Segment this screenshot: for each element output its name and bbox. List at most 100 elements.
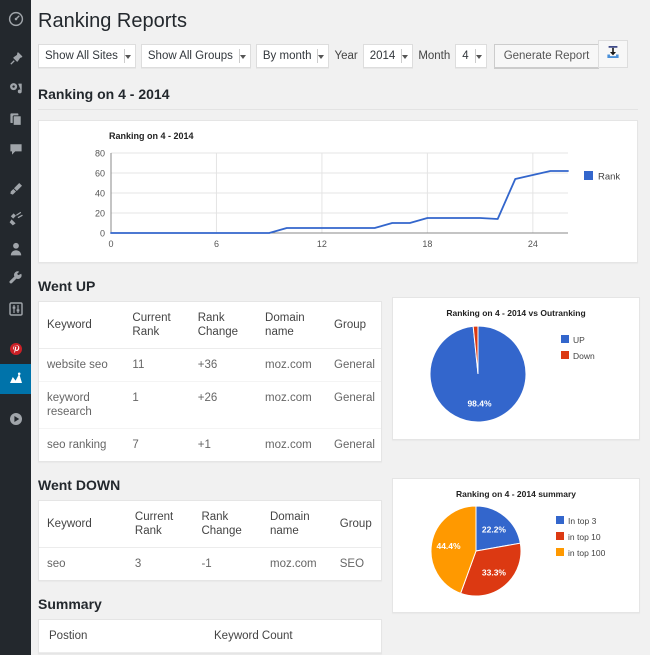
cell-rank-change: -1 bbox=[201, 558, 212, 570]
sidebar-item-dashboard[interactable] bbox=[0, 4, 31, 34]
pie2-body: 22.2% 33.3% 44.4% In top 3 in top 10 in top … bbox=[401, 501, 631, 601]
table-row: seo 3 -1 moz.com SEO bbox=[39, 548, 381, 581]
svg-text:Rank: Rank bbox=[598, 172, 620, 183]
cell-keyword: seo bbox=[47, 558, 66, 570]
sidebar-separator-2 bbox=[0, 164, 31, 174]
sidebar-item-comments[interactable] bbox=[0, 134, 31, 164]
legend-label: in top 10 bbox=[568, 532, 601, 542]
pie2-column: Ranking on 4 - 2014 summary 22.2% 33.3% 44… bbox=[392, 462, 640, 613]
svg-text:98.4%: 98.4% bbox=[467, 399, 492, 409]
sidebar-separator-1 bbox=[0, 34, 31, 44]
went-down-table: Keyword Current Rank Rank Change Domain … bbox=[39, 501, 381, 580]
report-toolbar: Show All Sites Show All Groups By month … bbox=[38, 40, 638, 71]
sidebar-item-media-player[interactable] bbox=[0, 404, 31, 434]
month-select[interactable]: 4 bbox=[455, 44, 487, 68]
pie2-title: Ranking on 4 - 2014 summary bbox=[456, 489, 576, 499]
line-chart-panel: Ranking on 4 - 2014 0 20 40 60 80 0 6 12 18 24 Ran… bbox=[38, 120, 638, 263]
cell-keyword: seo ranking bbox=[47, 439, 107, 451]
svg-text:40: 40 bbox=[95, 189, 105, 199]
sidebar-separator-4 bbox=[0, 394, 31, 404]
legend-item: in top 100 bbox=[556, 547, 605, 559]
site-select-value: Show All Sites bbox=[45, 50, 118, 62]
legend-label: In top 3 bbox=[568, 516, 597, 526]
outranking-pie-chart: 98.4% bbox=[429, 325, 527, 423]
summary-pie-chart: 22.2% 33.3% 44.4% bbox=[430, 505, 522, 597]
cell-group: SEO bbox=[339, 558, 365, 570]
table-header-row: Keyword Current Rank Rank Change Domain … bbox=[39, 501, 381, 548]
svg-text:20: 20 bbox=[95, 209, 105, 219]
year-select[interactable]: 2014 bbox=[362, 44, 414, 68]
cell-keyword: website seo bbox=[39, 348, 125, 382]
svg-text:18: 18 bbox=[422, 239, 432, 249]
col-rank-change: Rank Change bbox=[193, 501, 262, 548]
summary-pie-panel: Ranking on 4 - 2014 summary 22.2% 33.3% 44… bbox=[392, 478, 640, 613]
went-down-row: Went DOWN Keyword Current Rank Rank Chan… bbox=[38, 462, 640, 654]
legend-swatch-icon bbox=[561, 351, 569, 359]
table-head: Postion Keyword Count bbox=[39, 620, 381, 653]
cell-group: General bbox=[326, 381, 381, 429]
dashboard-icon bbox=[8, 11, 24, 27]
ranking-section-heading: Ranking on 4 - 2014 bbox=[38, 85, 638, 110]
svg-text:44.4%: 44.4% bbox=[436, 541, 461, 551]
legend-label: Down bbox=[573, 351, 595, 361]
went-up-table-body: website seo 11 +36 moz.com General keyword re… bbox=[39, 348, 381, 462]
col-current-rank: Current Rank bbox=[124, 302, 190, 349]
pin-icon bbox=[8, 51, 24, 67]
generate-report-button[interactable]: Generate Report bbox=[493, 44, 600, 68]
col-domain-name: Domain name bbox=[257, 302, 327, 349]
svg-text:22.2%: 22.2% bbox=[482, 525, 507, 535]
pages-icon bbox=[8, 111, 24, 127]
period-select[interactable]: By month bbox=[255, 44, 330, 68]
sidebar-item-tools[interactable] bbox=[0, 264, 31, 294]
col-keyword: Keyword bbox=[39, 501, 127, 548]
pie2-legend: In top 3 in top 10 in top 100 bbox=[556, 501, 605, 563]
legend-swatch-icon bbox=[556, 548, 564, 556]
svg-text:24: 24 bbox=[528, 239, 538, 249]
cell-current-rank: 1 bbox=[124, 381, 190, 429]
svg-text:6: 6 bbox=[214, 239, 219, 249]
legend-item: UP bbox=[561, 334, 595, 346]
site-select[interactable]: Show All Sites bbox=[38, 44, 136, 68]
group-select[interactable]: Show All Groups bbox=[140, 44, 251, 68]
chart-icon bbox=[8, 371, 24, 387]
legend-swatch-icon bbox=[556, 532, 564, 540]
cell-group: General bbox=[326, 348, 381, 382]
line-chart-title: Ranking on 4 - 2014 bbox=[109, 131, 194, 141]
legend-swatch-icon bbox=[556, 516, 564, 524]
sidebar-item-appearance[interactable] bbox=[0, 174, 31, 204]
sidebar-item-media[interactable] bbox=[0, 74, 31, 104]
export-button[interactable] bbox=[598, 40, 628, 68]
wrench-icon bbox=[8, 271, 24, 287]
chevron-down-icon bbox=[318, 55, 325, 59]
sidebar-item-pinterest[interactable] bbox=[0, 334, 31, 364]
went-up-column: Went UP Keyword Current Rank Rank Change… bbox=[38, 263, 382, 462]
month-label: Month bbox=[418, 50, 451, 62]
svg-text:0: 0 bbox=[108, 239, 113, 249]
pie1-column: Ranking on 4 - 2014 vs Outranking 98.4% … bbox=[392, 263, 640, 440]
col-group: Group bbox=[326, 302, 381, 349]
col-rank-change: Rank Change bbox=[189, 302, 258, 349]
chevron-down-icon bbox=[475, 55, 482, 59]
sidebar-separator-3 bbox=[0, 324, 31, 334]
sidebar-item-users[interactable] bbox=[0, 234, 31, 264]
play-circle-icon bbox=[8, 411, 24, 427]
sidebar-item-plugins[interactable] bbox=[0, 204, 31, 234]
sliders-icon bbox=[8, 301, 24, 317]
legend-item: In top 3 bbox=[556, 515, 605, 527]
sidebar-item-posts[interactable] bbox=[0, 44, 31, 74]
sidebar-item-pages[interactable] bbox=[0, 104, 31, 134]
pie1-legend: UP Down bbox=[561, 320, 595, 366]
plug-icon bbox=[8, 211, 24, 227]
cell-current-rank: 7 bbox=[132, 439, 139, 451]
cell-domain-name: moz.com bbox=[269, 558, 317, 570]
legend-label: UP bbox=[573, 335, 585, 345]
sidebar-item-settings[interactable] bbox=[0, 294, 31, 324]
legend-swatch-icon bbox=[561, 335, 569, 343]
sidebar-item-rankings[interactable] bbox=[0, 364, 37, 394]
outranking-pie-panel: Ranking on 4 - 2014 vs Outranking 98.4% … bbox=[392, 297, 640, 440]
cell-domain-name: moz.com bbox=[257, 381, 327, 429]
cell-current-rank: 3 bbox=[134, 558, 142, 570]
table-header-row: Keyword Current Rank Rank Change Domain … bbox=[39, 302, 381, 349]
legend-item: Down bbox=[561, 350, 595, 362]
col-group: Group bbox=[331, 501, 381, 548]
